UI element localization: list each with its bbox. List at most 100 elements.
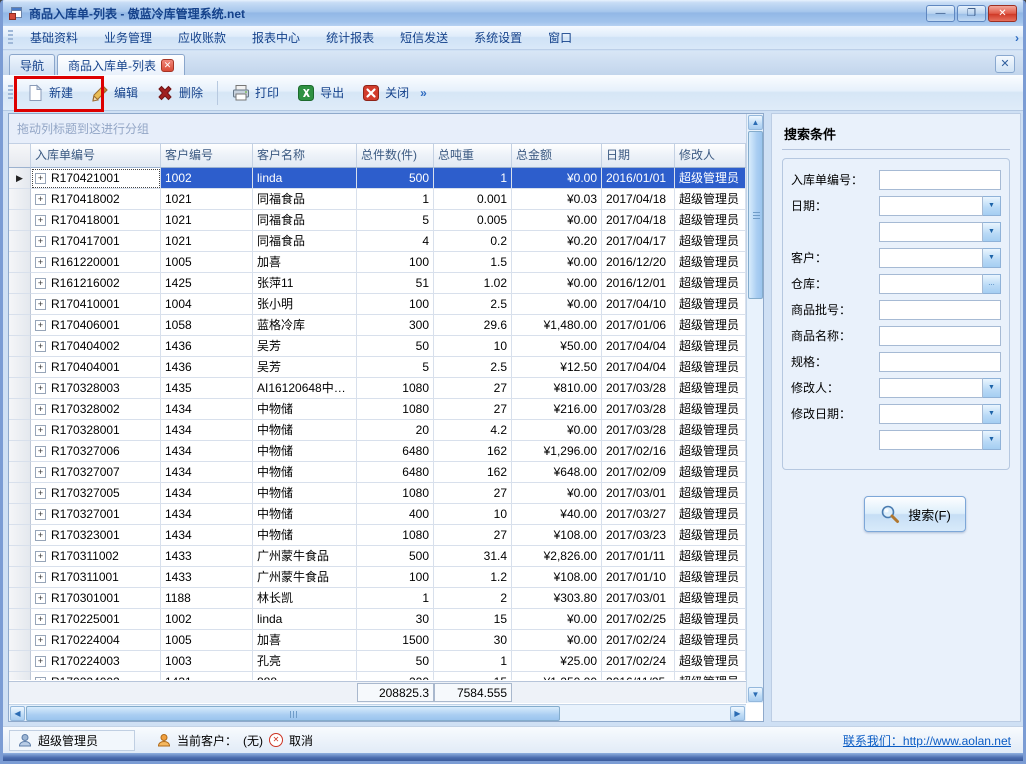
cell-6[interactable]: 2017/01/06	[602, 315, 675, 336]
cell-4[interactable]: 10	[434, 336, 512, 357]
cell-2[interactable]: 吴芳	[253, 336, 357, 357]
cell-6[interactable]: 2017/03/01	[602, 588, 675, 609]
cell-7[interactable]: 超级管理员	[675, 231, 746, 252]
cell-1[interactable]: 1021	[161, 189, 253, 210]
cell-4[interactable]: 1.02	[434, 273, 512, 294]
cell-0[interactable]: +R170327001	[31, 504, 161, 525]
table-row[interactable]: +R1703270051434中物储108027¥0.002017/03/01超…	[9, 483, 746, 504]
cell-0[interactable]: +R161220001	[31, 252, 161, 273]
maximize-button[interactable]: ❐	[957, 5, 986, 22]
search-input-batch-no[interactable]	[879, 300, 1001, 320]
table-row[interactable]: +R1612160021425张萍11511.02¥0.002016/12/01…	[9, 273, 746, 294]
cell-3[interactable]: 6480	[357, 441, 434, 462]
menu-item-2[interactable]: 应收账款	[165, 25, 239, 50]
cell-7[interactable]: 超级管理员	[675, 483, 746, 504]
cell-6[interactable]: 2016/01/01	[602, 168, 675, 189]
table-row[interactable]: +R1703280021434中物储108027¥216.002017/03/2…	[9, 399, 746, 420]
expand-plus-icon[interactable]: +	[35, 572, 46, 583]
cell-6[interactable]: 2017/04/18	[602, 210, 675, 231]
cell-5[interactable]: ¥108.00	[512, 525, 602, 546]
cell-1[interactable]: 1434	[161, 420, 253, 441]
cell-5[interactable]: ¥216.00	[512, 399, 602, 420]
cell-0[interactable]: +R170311001	[31, 567, 161, 588]
cell-5[interactable]: ¥0.03	[512, 189, 602, 210]
cell-1[interactable]: 1434	[161, 483, 253, 504]
new-button[interactable]: 新建	[17, 79, 82, 107]
table-row[interactable]: +R1702250011002linda3015¥0.002017/02/25超…	[9, 609, 746, 630]
table-row[interactable]: +R1703110011433广州蒙牛食品1001.2¥108.002017/0…	[9, 567, 746, 588]
search-input-modify-date-from[interactable]	[879, 404, 983, 424]
cell-3[interactable]: 200	[357, 672, 434, 680]
cell-1[interactable]: 1431	[161, 672, 253, 680]
cell-2[interactable]: 吴芳	[253, 357, 357, 378]
cell-0[interactable]: +R170311002	[31, 546, 161, 567]
cell-0[interactable]: +R170301001	[31, 588, 161, 609]
search-input-customer[interactable]	[879, 248, 983, 268]
cell-4[interactable]: 4.2	[434, 420, 512, 441]
cell-0[interactable]: +R170418001	[31, 210, 161, 231]
cell-2[interactable]: 中物储	[253, 399, 357, 420]
expand-plus-icon[interactable]: +	[35, 635, 46, 646]
menu-item-5[interactable]: 短信发送	[387, 25, 461, 50]
cell-1[interactable]: 1434	[161, 441, 253, 462]
cell-1[interactable]: 1434	[161, 399, 253, 420]
cell-0[interactable]: +R170328001	[31, 420, 161, 441]
cell-6[interactable]: 2017/03/28	[602, 399, 675, 420]
cell-6[interactable]: 2017/02/09	[602, 462, 675, 483]
cell-1[interactable]: 1436	[161, 357, 253, 378]
cell-7[interactable]: 超级管理员	[675, 399, 746, 420]
cell-5[interactable]: ¥0.20	[512, 231, 602, 252]
cell-7[interactable]: 超级管理员	[675, 504, 746, 525]
cell-0[interactable]: +R170328002	[31, 399, 161, 420]
cell-6[interactable]: 2017/03/28	[602, 420, 675, 441]
column-header-3[interactable]: 总件数(件)	[357, 144, 434, 168]
search-button[interactable]: 搜索(F)	[864, 496, 966, 532]
cell-0[interactable]: +R170417001	[31, 231, 161, 252]
cell-3[interactable]: 50	[357, 651, 434, 672]
table-row[interactable]: +R1612200011005加喜1001.5¥0.002016/12/20超级…	[9, 252, 746, 273]
cell-1[interactable]: 1436	[161, 336, 253, 357]
expand-plus-icon[interactable]: +	[35, 488, 46, 499]
table-row[interactable]: +R170224002143188820015¥1,250.002016/11/…	[9, 672, 746, 680]
cell-4[interactable]: 30	[434, 630, 512, 651]
cell-2[interactable]: 中物储	[253, 483, 357, 504]
cell-2[interactable]: 中物储	[253, 420, 357, 441]
cell-5[interactable]: ¥648.00	[512, 462, 602, 483]
column-header-5[interactable]: 总金额	[512, 144, 602, 168]
cell-5[interactable]: ¥25.00	[512, 651, 602, 672]
cell-4[interactable]: 1	[434, 168, 512, 189]
search-input-receipt-no[interactable]	[879, 170, 1001, 190]
cell-5[interactable]: ¥0.00	[512, 273, 602, 294]
cell-6[interactable]: 2017/04/10	[602, 294, 675, 315]
cell-5[interactable]: ¥303.80	[512, 588, 602, 609]
horizontal-scroll-thumb[interactable]	[26, 706, 560, 721]
expand-plus-icon[interactable]: +	[35, 383, 46, 394]
cell-5[interactable]: ¥1,480.00	[512, 315, 602, 336]
cell-0[interactable]: +R170410001	[31, 294, 161, 315]
scroll-down-icon[interactable]: ▼	[748, 687, 763, 702]
cell-0[interactable]: +R170404001	[31, 357, 161, 378]
expand-plus-icon[interactable]: +	[35, 194, 46, 205]
cell-1[interactable]: 1005	[161, 252, 253, 273]
scroll-right-icon[interactable]: ▶	[730, 706, 745, 721]
expand-plus-icon[interactable]: +	[35, 551, 46, 562]
cell-4[interactable]: 2.5	[434, 357, 512, 378]
menu-overflow-chevron-icon[interactable]: ›	[1015, 31, 1019, 45]
cell-2[interactable]: 孔亮	[253, 651, 357, 672]
search-input-modify-date-to[interactable]	[879, 430, 983, 450]
cell-4[interactable]: 27	[434, 525, 512, 546]
table-row[interactable]: ▶+R1704210011002linda5001¥0.002016/01/01…	[9, 168, 746, 189]
cell-4[interactable]: 0.001	[434, 189, 512, 210]
table-row[interactable]: +R1703280031435AI16120648中…108027¥810.00…	[9, 378, 746, 399]
cell-5[interactable]: ¥0.00	[512, 252, 602, 273]
expand-plus-icon[interactable]: +	[35, 467, 46, 478]
cell-2[interactable]: 广州蒙牛食品	[253, 546, 357, 567]
table-row[interactable]: +R1703230011434中物储108027¥108.002017/03/2…	[9, 525, 746, 546]
tab-navigation[interactable]: 导航	[9, 54, 55, 75]
cell-1[interactable]: 1434	[161, 462, 253, 483]
expand-plus-icon[interactable]: +	[35, 404, 46, 415]
menu-item-3[interactable]: 报表中心	[239, 25, 313, 50]
cell-5[interactable]: ¥0.00	[512, 420, 602, 441]
export-button[interactable]: 导出	[288, 79, 353, 107]
cell-4[interactable]: 2.5	[434, 294, 512, 315]
